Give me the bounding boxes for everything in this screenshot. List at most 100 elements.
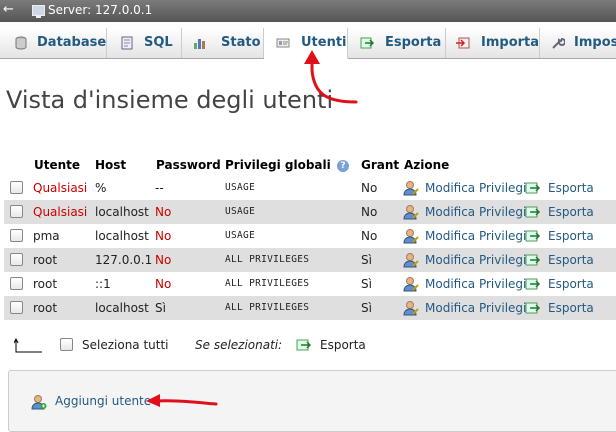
edit-privileges-link[interactable]: Modifica Privilegi — [425, 296, 526, 320]
tab-stato[interactable]: Stato — [182, 28, 264, 58]
table-row: pma localhost No USAGE No Modifica Privilegi E… — [4, 224, 616, 248]
cell-privileges: ALL PRIVILEGES — [225, 302, 310, 313]
export-icon — [525, 302, 540, 314]
edit-privileges-icon — [403, 229, 419, 244]
cell-grant: Sì — [361, 301, 372, 315]
export-user-link[interactable]: Esporta — [548, 248, 594, 272]
export-user-link[interactable]: Esporta — [548, 272, 594, 296]
edit-privileges-link[interactable]: Modifica Privilegi — [425, 200, 526, 224]
edit-privileges-icon — [403, 277, 419, 292]
cell-user: root — [33, 301, 58, 315]
cell-user: Qualsiasi — [33, 205, 88, 219]
cell-grant: No — [361, 205, 378, 219]
page-title: Vista d'insieme degli utenti — [6, 86, 334, 114]
export-icon — [360, 37, 374, 49]
cell-privileges: USAGE — [225, 230, 256, 241]
add-user-link[interactable]: Aggiungi utente — [55, 394, 151, 408]
edit-privileges-link[interactable]: Modifica Privilegi — [425, 272, 526, 296]
tab-sql[interactable]: SQL — [107, 28, 182, 58]
server-breadcrumb-link[interactable]: Server: 127.0.0.1 — [48, 3, 152, 17]
header-password[interactable]: Password — [156, 154, 221, 176]
row-checkbox[interactable] — [10, 277, 23, 290]
export-user-link[interactable]: Esporta — [548, 224, 594, 248]
add-user-icon — [31, 395, 47, 410]
server-breadcrumb-bar: ← Server: 127.0.0.1 — [0, 0, 616, 22]
select-arrow-icon — [14, 338, 42, 353]
edit-privileges-icon — [403, 301, 419, 316]
cell-host: % — [95, 181, 107, 195]
table-row: Qualsiasi% -- USAGE No Modifica Privilegi Esp… — [4, 176, 616, 200]
edit-privileges-link[interactable]: Modifica Privilegi — [425, 248, 526, 272]
users-icon — [276, 38, 290, 48]
sql-icon — [121, 36, 133, 50]
export-icon — [525, 278, 540, 290]
cell-user: root — [33, 253, 58, 267]
cell-privileges: USAGE — [225, 182, 256, 193]
cell-user: Qualsiasi — [33, 181, 88, 195]
cell-user: root — [33, 277, 58, 291]
cell-grant: Sì — [361, 277, 372, 291]
cell-host: localhost — [95, 301, 149, 315]
export-user-link[interactable]: Esporta — [548, 176, 594, 200]
cell-privileges: ALL PRIVILEGES — [225, 278, 310, 289]
table-row: root 127.0.0.1 No ALL PRIVILEGES Sì Modifica … — [4, 248, 616, 272]
table-header-row: Utente Host Password Privilegi globali ?… — [4, 154, 616, 176]
cell-grant: No — [361, 181, 378, 195]
select-all-label[interactable]: Seleziona tutti — [82, 338, 169, 352]
export-icon — [525, 230, 540, 242]
cell-password: No — [155, 229, 172, 243]
cell-grant: No — [361, 229, 378, 243]
cell-host: 127.0.0.1 — [95, 253, 153, 267]
export-user-link[interactable]: Esporta — [548, 200, 594, 224]
export-icon — [525, 206, 540, 218]
new-user-fieldset: Aggiungi utente — [8, 370, 616, 432]
status-icon — [194, 39, 205, 49]
header-global-privileges[interactable]: Privilegi globali ? — [225, 154, 349, 176]
cell-grant: Sì — [361, 253, 372, 267]
edit-privileges-icon — [403, 253, 419, 268]
header-host[interactable]: Host — [95, 154, 126, 176]
tab-database[interactable]: Database — [0, 28, 107, 58]
wrench-icon — [552, 37, 565, 49]
edit-privileges-icon — [403, 205, 419, 220]
cell-host: localhost — [95, 205, 149, 219]
header-user[interactable]: Utente — [34, 154, 80, 176]
tab-importa[interactable]: Importa — [446, 28, 540, 58]
back-arrow-icon[interactable]: ← — [3, 2, 14, 17]
export-icon — [525, 254, 540, 266]
edit-privileges-icon — [403, 181, 419, 196]
table-row: root::1 No ALL PRIVILEGES Sì Modifica Privil… — [4, 272, 616, 296]
with-selected-label: Se selezionati: — [195, 338, 283, 352]
tab-utenti[interactable]: Utenti — [264, 28, 348, 59]
cell-password: No — [155, 253, 172, 267]
cell-user: pma — [33, 229, 60, 243]
export-icon — [525, 182, 540, 194]
tab-impostazioni[interactable]: Impos — [540, 28, 616, 58]
bulk-export-button[interactable]: Esporta — [320, 338, 366, 352]
header-action: Azione — [404, 158, 450, 172]
row-checkbox[interactable] — [10, 253, 23, 266]
database-icon — [15, 36, 27, 50]
cell-privileges: USAGE — [225, 206, 256, 217]
cell-password: -- — [155, 181, 164, 195]
header-grant[interactable]: Grant — [361, 154, 399, 176]
cell-privileges: ALL PRIVILEGES — [225, 254, 310, 265]
cell-host: localhost — [95, 229, 149, 243]
cell-password: No — [155, 205, 172, 219]
edit-privileges-link[interactable]: Modifica Privilegi — [425, 176, 526, 200]
help-icon[interactable]: ? — [336, 159, 349, 172]
cell-host: ::1 — [95, 277, 111, 291]
tab-esporta[interactable]: Esporta — [348, 28, 446, 58]
row-checkbox[interactable] — [10, 229, 23, 242]
table-row: root localhost Sì ALL PRIVILEGES Sì Modifica … — [4, 296, 616, 320]
row-checkbox[interactable] — [10, 301, 23, 314]
export-user-link[interactable]: Esporta — [548, 296, 594, 320]
server-icon — [32, 5, 45, 18]
cell-password: No — [155, 277, 172, 291]
cell-password: Sì — [155, 301, 166, 315]
edit-privileges-link[interactable]: Modifica Privilegi — [425, 224, 526, 248]
select-all-checkbox[interactable] — [60, 338, 73, 351]
row-checkbox[interactable] — [10, 181, 23, 194]
bulk-selection-row: Seleziona tutti Se selezionati: Esporta — [0, 332, 616, 362]
row-checkbox[interactable] — [10, 205, 23, 218]
